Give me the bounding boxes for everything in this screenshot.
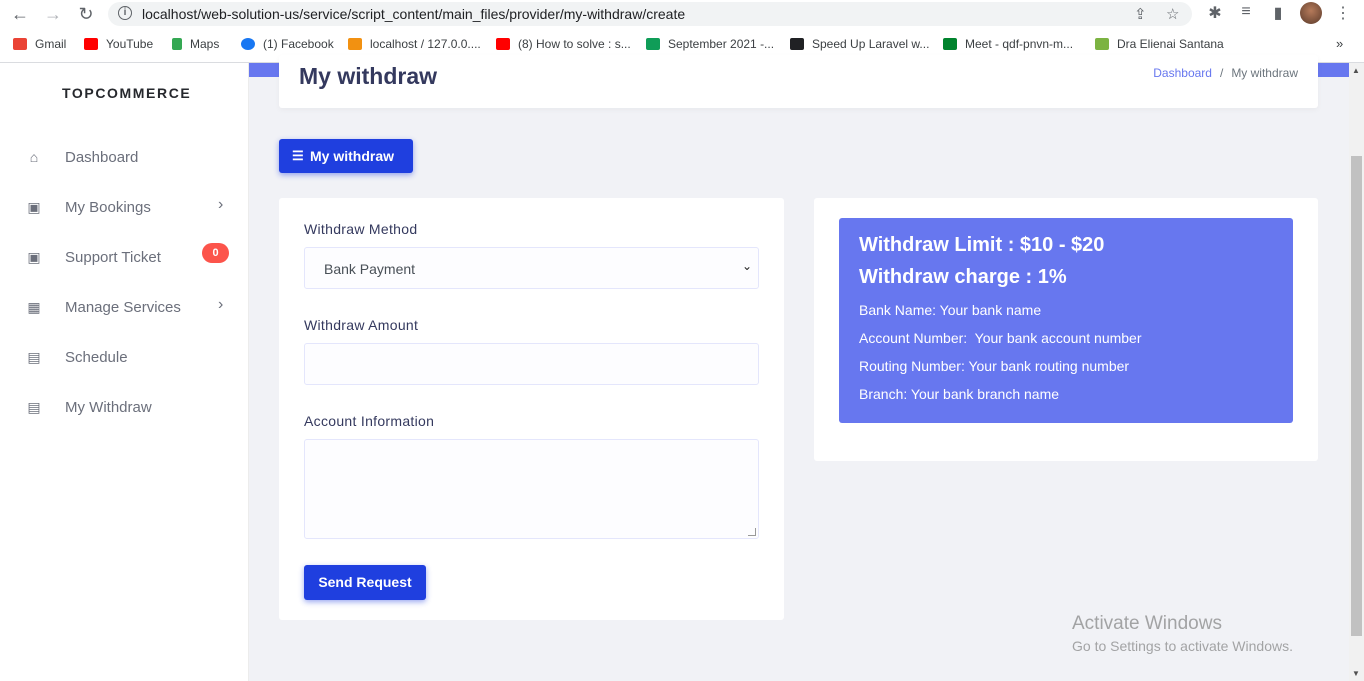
share-icon[interactable]: ⇪ — [1134, 5, 1147, 23]
side-panel-icon[interactable]: ▮ — [1268, 3, 1288, 23]
ticket-count-badge: 0 — [202, 243, 229, 263]
windows-activation-watermark: Activate Windows Go to Settings to activ… — [1072, 613, 1293, 654]
list-icon: ☰ — [292, 148, 304, 163]
chevron-right-icon: › — [218, 296, 224, 313]
select-value: Bank Payment — [324, 261, 416, 277]
brand-logo[interactable]: TOPCOMMERCE — [62, 85, 191, 101]
back-icon[interactable]: ← — [9, 3, 31, 25]
my-withdraw-list-button[interactable]: ☰ My withdraw — [279, 139, 413, 173]
bookmark-maps[interactable]: Maps — [172, 37, 219, 51]
youtube-icon — [496, 38, 510, 50]
routing-number-text: Routing Number: Your bank routing number — [859, 358, 1130, 374]
main-content: My withdraw Dashboard / My withdraw ☰ My w… — [249, 55, 1349, 681]
section-header: My withdraw Dashboard / My withdraw — [279, 55, 1318, 108]
extensions-icon[interactable]: ✱ — [1205, 3, 1225, 23]
more-bookmarks-icon[interactable]: » — [1336, 36, 1343, 51]
scroll-down-icon[interactable]: ▼ — [1352, 669, 1360, 678]
withdraw-icon: ▤ — [27, 399, 41, 415]
resize-handle-icon[interactable] — [748, 528, 756, 536]
bookmark-dra[interactable]: Dra Elienai Santana — [1095, 37, 1224, 51]
schedule-icon: ▤ — [27, 349, 41, 365]
sidebar: TOPCOMMERCE ⌂ Dashboard ▣ My Bookings › … — [0, 63, 249, 681]
grid-icon: ▦ — [27, 299, 41, 315]
bookmark-youtube[interactable]: YouTube — [84, 37, 153, 51]
sidebar-item-my-withdraw[interactable]: ▤ My Withdraw — [0, 390, 249, 430]
ticket-icon: ▣ — [27, 249, 41, 265]
watermark-title: Activate Windows — [1072, 613, 1222, 634]
facebook-icon — [241, 38, 255, 50]
button-label: Send Request — [318, 574, 412, 590]
bookmark-meet[interactable]: Meet - qdf-pnvn-m... — [943, 37, 1073, 51]
withdraw-method-select[interactable]: Bank Payment ⌄ — [304, 247, 759, 289]
account-information-label: Account Information — [304, 413, 435, 429]
address-bar[interactable]: i localhost/web-solution-us/service/scri… — [108, 2, 1192, 26]
withdraw-form-card: Withdraw Method Bank Payment ⌄ Withdraw … — [279, 198, 784, 620]
site-icon — [1095, 38, 1109, 50]
forward-icon[interactable]: → — [42, 3, 64, 25]
withdraw-amount-input[interactable] — [304, 343, 759, 385]
scroll-up-icon[interactable]: ▲ — [1352, 66, 1360, 75]
button-label: My withdraw — [310, 148, 395, 164]
watermark-subtitle: Go to Settings to activate Windows. — [1072, 638, 1293, 654]
bank-name-text: Bank Name: Your bank name — [859, 302, 1042, 318]
account-number-text: Account Number: Your bank account number — [859, 330, 1142, 346]
withdraw-amount-label: Withdraw Amount — [304, 317, 419, 333]
withdraw-method-label: Withdraw Method — [304, 221, 418, 237]
maps-icon — [172, 38, 182, 50]
sidebar-item-support-ticket[interactable]: ▣ Support Ticket 0 — [0, 240, 249, 280]
meet-icon — [943, 38, 957, 50]
profile-avatar[interactable] — [1300, 2, 1322, 24]
bookmark-youtube-2[interactable]: (8) How to solve : s... — [496, 37, 631, 51]
breadcrumb: Dashboard / My withdraw — [1153, 66, 1298, 80]
sidebar-item-label: My Withdraw — [65, 399, 152, 416]
browser-chrome: ← → ↻ i localhost/web-solution-us/servic… — [0, 0, 1364, 63]
withdraw-info-alert: Withdraw Limit : $10 - $20 Withdraw char… — [839, 218, 1293, 423]
url-text[interactable]: localhost/web-solution-us/service/script… — [142, 6, 685, 22]
withdraw-limit-heading: Withdraw Limit : $10 - $20 — [859, 234, 1105, 256]
sidebar-item-label: My Bookings — [65, 199, 151, 216]
breadcrumb-separator: / — [1219, 66, 1224, 80]
site-info-icon[interactable]: i — [118, 6, 132, 20]
sidebar-item-label: Dashboard — [65, 149, 139, 166]
page-title: My withdraw — [299, 63, 438, 89]
bookmark-sheets[interactable]: September 2021 -... — [646, 37, 774, 51]
bookmark-gmail[interactable]: Gmail — [13, 37, 66, 51]
branch-text: Branch: Your bank branch name — [859, 386, 1060, 402]
page-scrollbar[interactable]: ▲ ▼ — [1349, 63, 1364, 681]
withdraw-charge-heading: Withdraw charge : 1% — [859, 266, 1067, 288]
laravel-icon — [790, 38, 804, 50]
phpmyadmin-icon — [348, 38, 362, 50]
sidebar-item-label: Support Ticket — [65, 249, 161, 266]
sidebar-item-manage-services[interactable]: ▦ Manage Services › — [0, 290, 249, 330]
chevron-down-icon: ⌄ — [741, 259, 752, 273]
bookmark-facebook[interactable]: (1) Facebook — [241, 37, 334, 51]
menu-kebab-icon[interactable]: ⋮ — [1333, 3, 1353, 23]
gmail-icon — [13, 38, 27, 50]
home-icon: ⌂ — [29, 149, 39, 165]
send-request-button[interactable]: Send Request — [304, 565, 426, 600]
sidebar-item-label: Schedule — [65, 349, 128, 366]
bookmark-phpmyadmin[interactable]: localhost / 127.0.0.... — [348, 37, 481, 51]
withdraw-info-card: Withdraw Limit : $10 - $20 Withdraw char… — [814, 198, 1318, 461]
cart-icon: ▣ — [27, 199, 41, 215]
sidebar-item-label: Manage Services — [65, 299, 181, 316]
breadcrumb-current: My withdraw — [1231, 66, 1298, 80]
sidebar-item-my-bookings[interactable]: ▣ My Bookings › — [0, 190, 249, 230]
bookmark-star-icon[interactable]: ☆ — [1166, 5, 1179, 23]
reload-icon[interactable]: ↻ — [75, 3, 97, 25]
youtube-icon — [84, 38, 98, 50]
sidebar-item-schedule[interactable]: ▤ Schedule — [0, 340, 249, 380]
breadcrumb-dashboard-link[interactable]: Dashboard — [1153, 66, 1212, 80]
scroll-thumb[interactable] — [1351, 156, 1362, 636]
bookmark-laravel[interactable]: Speed Up Laravel w... — [790, 37, 929, 51]
media-icon[interactable]: ≡ — [1236, 3, 1256, 21]
bookmarks-bar: Gmail YouTube Maps (1) Facebook localhos… — [0, 33, 1364, 57]
sheets-icon — [646, 38, 660, 50]
chevron-right-icon: › — [218, 196, 224, 213]
sidebar-item-dashboard[interactable]: ⌂ Dashboard — [0, 140, 249, 180]
account-information-textarea[interactable] — [304, 439, 759, 539]
app-page: TOPCOMMERCE ⌂ Dashboard ▣ My Bookings › … — [0, 55, 1364, 681]
